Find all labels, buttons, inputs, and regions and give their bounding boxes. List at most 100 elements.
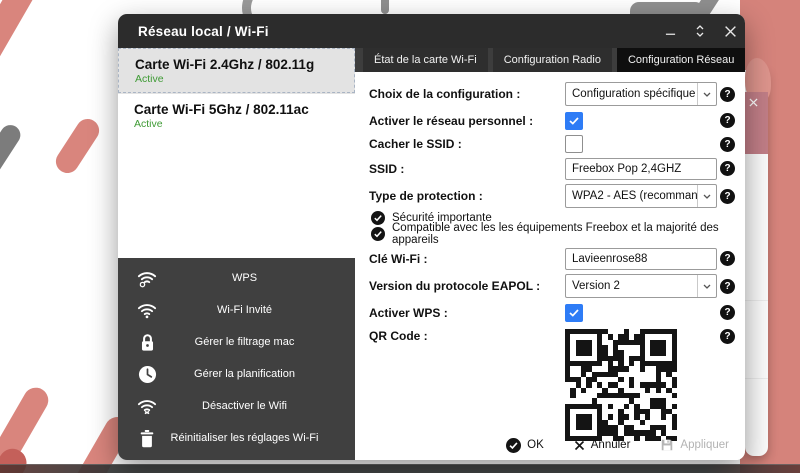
ok-button[interactable]: OK xyxy=(506,438,544,453)
sidebar-item-label: Wi-Fi Invité xyxy=(160,304,355,316)
sidebar-item-label: Réinitialiser les réglages Wi-Fi xyxy=(160,432,355,444)
sidebar-item-disable-wifi[interactable]: Désactiver le Wifi xyxy=(118,390,355,422)
gray-dash-decoration xyxy=(0,121,24,181)
sidebar-item-reset-wifi[interactable]: Réinitialiser les réglages Wi-Fi xyxy=(118,422,355,454)
tab-configuration-radio[interactable]: Configuration Radio xyxy=(493,48,612,72)
sidebar-item-scheduling[interactable]: Gérer la planification xyxy=(118,358,355,390)
ssid-input[interactable] xyxy=(565,158,717,180)
tab-configuration-reseau[interactable]: Configuration Réseau xyxy=(617,48,745,72)
window-title: Réseau local / Wi-Fi xyxy=(118,24,269,39)
field-label: Choix de la configuration : xyxy=(369,87,565,101)
sidebar-item-label: Gérer la planification xyxy=(160,368,355,380)
window-titlebar: Réseau local / Wi-Fi xyxy=(118,14,745,48)
field-label: Activer WPS : xyxy=(369,306,565,320)
tab-etat-carte-wifi[interactable]: État de la carte Wi-Fi xyxy=(363,48,488,72)
help-icon[interactable]: ? xyxy=(720,137,735,152)
field-label: Clé Wi-Fi : xyxy=(369,252,565,266)
wps-checkbox[interactable] xyxy=(565,304,583,322)
cancel-x-icon xyxy=(574,440,585,451)
background-window-edge xyxy=(745,70,768,456)
protection-select[interactable]: WPA2 - AES (recommandé) xyxy=(565,184,717,208)
tab-label: Configuration Radio xyxy=(504,54,601,66)
field-label: Type de protection : xyxy=(369,189,565,203)
form-row-hide-ssid: Cacher le SSID : ? xyxy=(369,133,735,155)
sidebar-item-mac-filter[interactable]: Gérer le filtrage mac xyxy=(118,326,355,358)
card-title: Carte Wi-Fi 2.4Ghz / 802.11g xyxy=(135,57,340,72)
help-icon[interactable]: ? xyxy=(720,279,735,294)
wifi-settings-window: Réseau local / Wi-Fi Carte Wi-Fi 2.4Ghz … xyxy=(118,14,745,460)
qr-code xyxy=(565,329,677,441)
personal-network-checkbox[interactable] xyxy=(565,112,583,130)
close-icon xyxy=(724,25,737,38)
coral-stroke-decoration xyxy=(0,0,43,96)
help-icon[interactable]: ? xyxy=(720,189,735,204)
trash-icon xyxy=(134,429,160,448)
form-row-qr-code: QR Code : ? xyxy=(369,329,735,441)
divider xyxy=(745,378,768,379)
tab-label: État de la carte Wi-Fi xyxy=(374,54,477,66)
save-icon xyxy=(660,438,674,452)
ok-check-icon xyxy=(506,438,521,453)
compatibility-note: Compatible avec les les équipements Free… xyxy=(371,226,735,242)
minimize-icon xyxy=(665,26,676,37)
wps-icon xyxy=(134,269,160,288)
main-panel: État de la carte Wi-Fi Configuration Rad… xyxy=(355,48,745,460)
sidebar-item-label: Gérer le filtrage mac xyxy=(160,336,355,348)
sidebar: Carte Wi-Fi 2.4Ghz / 802.11g Active Cart… xyxy=(118,48,355,460)
card-title: Carte Wi-Fi 5Ghz / 802.11ac xyxy=(134,102,341,117)
form-row-wps: Activer WPS : ? xyxy=(369,300,735,325)
wifi-card-5ghz[interactable]: Carte Wi-Fi 5Ghz / 802.11ac Active xyxy=(118,93,355,137)
form-row-personal-network: Activer le réseau personnel : ? xyxy=(369,108,735,133)
check-icon xyxy=(569,117,579,125)
help-icon[interactable]: ? xyxy=(720,87,735,102)
check-circle-icon xyxy=(371,227,385,241)
sidebar-menu: WPS Wi-Fi Invité xyxy=(118,258,355,460)
sidebar-item-label: Désactiver le Wifi xyxy=(160,400,355,412)
field-label: Version du protocole EAPOL : xyxy=(369,279,565,293)
chevron-down-icon xyxy=(697,83,716,105)
check-circle-icon xyxy=(371,211,385,225)
field-label: QR Code : xyxy=(369,329,565,343)
field-label: Activer le réseau personnel : xyxy=(369,114,565,128)
help-icon[interactable]: ? xyxy=(720,161,735,176)
help-icon[interactable]: ? xyxy=(720,329,735,344)
wifi-off-icon xyxy=(134,397,160,415)
lock-icon xyxy=(134,333,160,352)
cancel-button-label: Annuler xyxy=(591,439,631,451)
close-icon xyxy=(749,98,758,107)
check-icon xyxy=(569,309,579,317)
chevron-down-icon xyxy=(697,185,716,207)
sidebar-item-label: WPS xyxy=(160,272,355,284)
form-row-eapol: Version du protocole EAPOL : Version 2 ? xyxy=(369,272,735,300)
eapol-select[interactable]: Version 2 xyxy=(565,274,717,298)
cancel-button[interactable]: Annuler xyxy=(574,439,631,451)
help-icon[interactable]: ? xyxy=(720,113,735,128)
config-choice-select[interactable]: Configuration spécifique à la c xyxy=(565,82,717,106)
close-button[interactable] xyxy=(715,16,745,46)
collapse-icon xyxy=(694,23,706,39)
note-text: Compatible avec les les équipements Free… xyxy=(392,222,735,246)
collapse-button[interactable] xyxy=(685,16,715,46)
clock-icon xyxy=(134,365,160,384)
divider xyxy=(745,300,768,301)
desktop: Réseau local / Wi-Fi Carte Wi-Fi 2.4Ghz … xyxy=(0,0,800,473)
help-icon[interactable]: ? xyxy=(720,251,735,266)
background-letter-fragment xyxy=(381,0,389,14)
tab-bar: État de la carte Wi-Fi Configuration Rad… xyxy=(355,48,745,72)
selected-value: Configuration spécifique à la c xyxy=(566,88,697,100)
wifi-card-2-4ghz[interactable]: Carte Wi-Fi 2.4Ghz / 802.11g Active xyxy=(118,48,355,93)
apply-button[interactable]: Appliquer xyxy=(660,438,729,452)
sidebar-item-wps[interactable]: WPS xyxy=(118,262,355,294)
selected-value: Version 2 xyxy=(566,280,697,292)
background-window-header xyxy=(745,92,768,154)
minimize-button[interactable] xyxy=(655,16,685,46)
wifi-key-input[interactable] xyxy=(565,248,717,270)
help-icon[interactable]: ? xyxy=(720,305,735,320)
sidebar-item-guest-wifi[interactable]: Wi-Fi Invité xyxy=(118,294,355,326)
form-row-wifi-key: Clé Wi-Fi : ? xyxy=(369,245,735,272)
tab-label: Configuration Réseau xyxy=(628,54,734,66)
coral-dash-decoration xyxy=(52,115,104,178)
chevron-down-icon xyxy=(697,275,716,297)
sidebar-empty-area xyxy=(118,137,355,258)
hide-ssid-checkbox[interactable] xyxy=(565,135,583,153)
